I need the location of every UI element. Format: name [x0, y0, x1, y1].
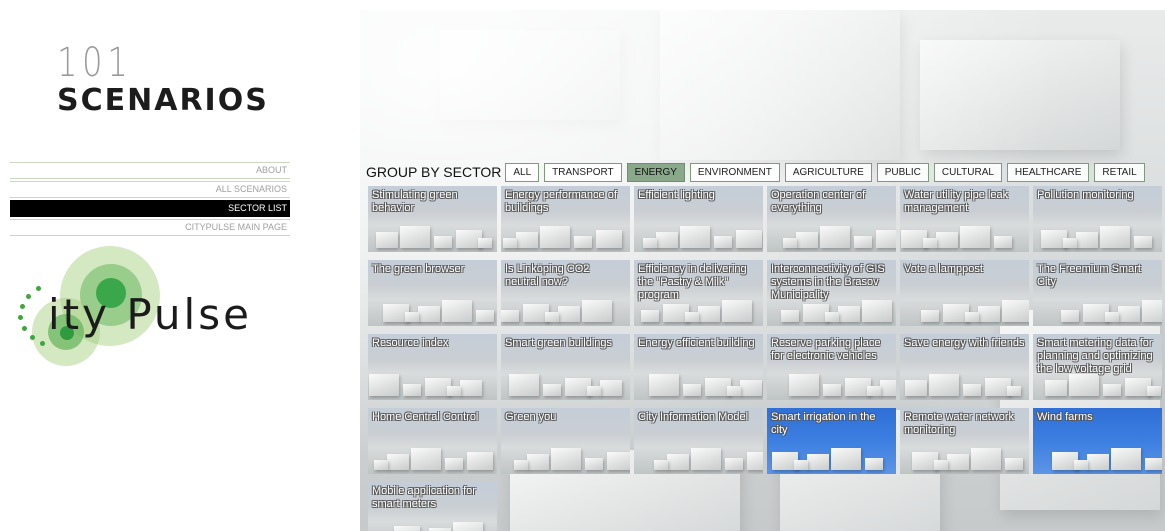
scenario-tile[interactable]: Efficient lighting: [634, 186, 763, 252]
scenario-tile[interactable]: Pollution monitoring: [1033, 186, 1162, 252]
scenario-tile-title: Interconnectivity of GIS systems in the …: [771, 263, 885, 301]
page: 101 SCENARIOS ABOUT ALL SCENARIOS SECTOR…: [0, 0, 1165, 531]
scenario-thumbnail: [368, 286, 497, 326]
scenario-tile-title: Home Central Control: [372, 411, 479, 423]
scenario-tile[interactable]: Is Linköping CO2 neutral now?: [501, 260, 630, 326]
sector-button-all[interactable]: ALL: [505, 162, 540, 182]
scenario-tile-title: Smart metering data for planning and opt…: [1037, 337, 1153, 375]
scenario-tile[interactable]: Mobile application for smart meters: [368, 482, 497, 531]
scenario-tile[interactable]: Operation center of everything: [767, 186, 896, 252]
sector-button-transport[interactable]: TRANSPORT: [544, 162, 622, 182]
scenario-thumbnail: [900, 212, 1029, 252]
scenario-thumbnail: [767, 434, 896, 474]
scenario-thumbnail: [501, 212, 630, 252]
scenario-tile[interactable]: Smart metering data for planning and opt…: [1033, 334, 1162, 400]
scenario-thumbnail: [501, 360, 630, 400]
scenario-tile-title: The green browser: [372, 263, 465, 275]
sector-button-retail[interactable]: RETAIL: [1094, 162, 1145, 182]
scenario-tile[interactable]: The green browser: [368, 260, 497, 326]
scenario-thumbnail: [1033, 212, 1162, 252]
scenario-tile-title: Reserve parking place for electronic veh…: [771, 337, 881, 362]
scenarios-logo[interactable]: 101 SCENARIOS: [57, 42, 297, 118]
menu-item-about[interactable]: ABOUT: [10, 162, 290, 179]
sector-button-cultural[interactable]: CULTURAL: [933, 162, 1002, 182]
sector-button-healthcare[interactable]: HEALTHCARE: [1006, 162, 1090, 182]
scenario-tile-title: Green you: [505, 411, 557, 423]
scenario-tile[interactable]: Vote a lamppost: [900, 260, 1029, 326]
scenario-tile[interactable]: Water utility pipe leak management: [900, 186, 1029, 252]
scenario-tile[interactable]: Smart irrigation in the city: [767, 408, 896, 474]
scenario-tile-title: Water utility pipe leak management: [904, 189, 1009, 214]
scenario-tile[interactable]: Smart green buildings: [501, 334, 630, 400]
scenario-tile[interactable]: Efficiency in delivering the "Pastry & M…: [634, 260, 763, 326]
scenario-thumbnail: [368, 360, 497, 400]
sector-button-environment[interactable]: ENVIRONMENT: [689, 162, 780, 182]
scenario-thumbnail: [634, 360, 763, 400]
scenario-tile[interactable]: Energy performance of buildings: [501, 186, 630, 252]
scenario-tile[interactable]: City Information Model: [634, 408, 763, 474]
side-menu: ABOUT ALL SCENARIOS SECTOR LIST CITYPULS…: [10, 162, 290, 238]
sector-filter-bar: GROUP BY SECTOR ALL TRANSPORT ENERGY ENV…: [366, 161, 1150, 183]
scenario-tile-title: Save energy with friends: [904, 337, 1025, 349]
scenario-thumbnail: [634, 212, 763, 252]
scenario-thumbnail: [634, 434, 763, 474]
scenario-tile[interactable]: Remote water network monitoring: [900, 408, 1029, 474]
scenario-tile-title: Efficiency in delivering the "Pastry & M…: [638, 263, 747, 301]
scenario-tile-title: Smart irrigation in the city: [771, 411, 876, 436]
scenario-thumbnail: [501, 434, 630, 474]
scenario-tile[interactable]: Stimulating green behavior: [368, 186, 497, 252]
scenario-thumbnail: [501, 286, 630, 326]
menu-item-citypulse-main-page[interactable]: CITYPULSE MAIN PAGE: [10, 219, 290, 236]
scenario-tile-title: The Freemium Smart City: [1037, 263, 1141, 288]
scenario-tile-title: Energy efficient building: [638, 337, 755, 349]
scenario-thumbnail: [368, 212, 497, 252]
scenario-thumbnail: [368, 434, 497, 474]
scenario-tile[interactable]: Home Central Control: [368, 408, 497, 474]
scenario-tile-title: Wind farms: [1037, 411, 1093, 423]
scenario-thumbnail: [1033, 286, 1162, 326]
sector-button-agriculture[interactable]: AGRICULTURE: [784, 162, 872, 182]
sector-button-public[interactable]: PUBLIC: [876, 162, 929, 182]
scenario-tile-title: Is Linköping CO2 neutral now?: [505, 263, 590, 288]
scenario-tile-title: Remote water network monitoring: [904, 411, 1015, 436]
citypulse-logo-text: ity Pulse: [48, 290, 252, 339]
scenario-tile[interactable]: Wind farms: [1033, 408, 1162, 474]
scenario-thumbnail: [900, 434, 1029, 474]
scenario-tile[interactable]: Green you: [501, 408, 630, 474]
scenario-tile-title: Mobile application for smart meters: [372, 485, 476, 510]
scenario-tile-title: Resource index: [372, 337, 449, 349]
scenario-tile[interactable]: Interconnectivity of GIS systems in the …: [767, 260, 896, 326]
scenario-thumbnail: [368, 508, 497, 531]
scenario-tile-title: Operation center of everything: [771, 189, 866, 214]
scenario-thumbnail: [767, 360, 896, 400]
menu-item-sector-list[interactable]: SECTOR LIST: [10, 200, 290, 217]
scenario-thumbnail: [1033, 434, 1162, 474]
scenario-tile-title: Pollution monitoring: [1037, 189, 1134, 201]
sector-button-energy[interactable]: ENERGY: [626, 162, 685, 182]
scenario-thumbnail: [900, 286, 1029, 326]
scenario-tile[interactable]: The Freemium Smart City: [1033, 260, 1162, 326]
scenario-tile-title: Smart green buildings: [505, 337, 613, 349]
scenario-tile-title: Efficient lighting: [638, 189, 715, 201]
scenario-tile[interactable]: Resource index: [368, 334, 497, 400]
scenario-thumbnail: [767, 212, 896, 252]
scenario-tile[interactable]: Reserve parking place for electronic veh…: [767, 334, 896, 400]
scenario-thumbnail: [900, 360, 1029, 400]
scenario-tile[interactable]: Energy efficient building: [634, 334, 763, 400]
scenario-tile[interactable]: Save energy with friends: [900, 334, 1029, 400]
scenario-tile-grid: Stimulating green behavior Energy perform…: [368, 186, 1163, 531]
scenario-tile-title: City Information Model: [638, 411, 749, 423]
scenario-tile-title: Energy performance of buildings: [505, 189, 617, 214]
menu-item-all-scenarios[interactable]: ALL SCENARIOS: [10, 181, 290, 198]
logo-wordmark: SCENARIOS: [57, 83, 269, 118]
logo-number: 101: [57, 40, 133, 86]
scenario-tile-title: Vote a lamppost: [904, 263, 983, 275]
citypulse-logo[interactable]: ity Pulse: [10, 238, 310, 368]
group-by-sector-label: GROUP BY SECTOR: [366, 164, 502, 180]
scenario-tile-title: Stimulating green behavior: [372, 189, 458, 214]
